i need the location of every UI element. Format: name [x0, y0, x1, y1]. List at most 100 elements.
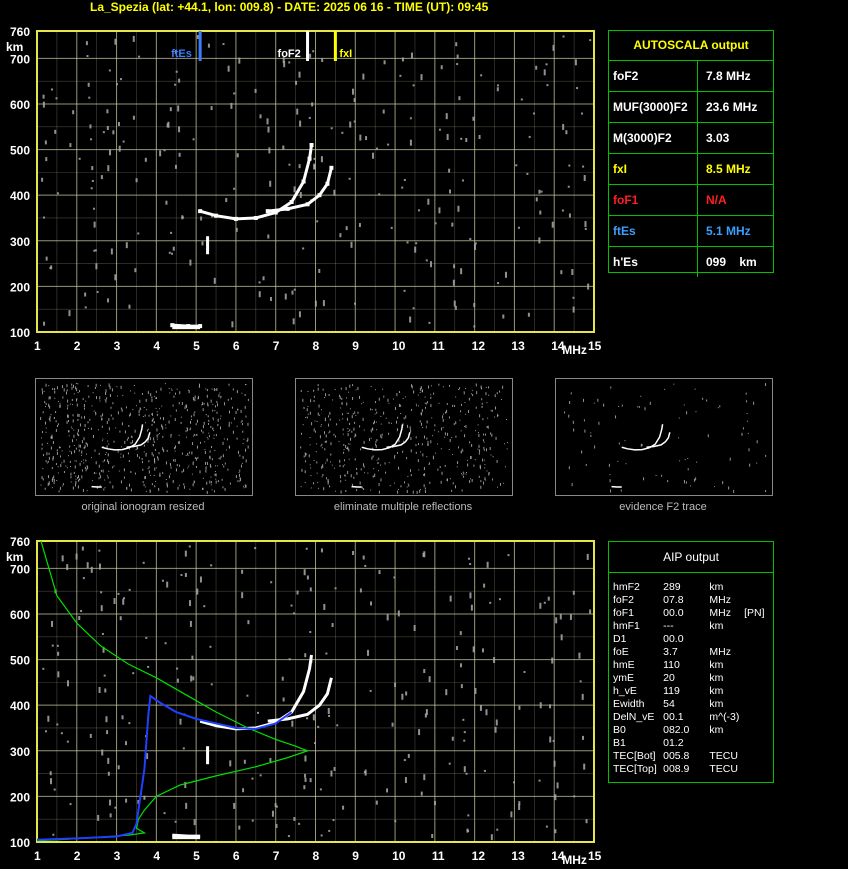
noise-pixel — [454, 485, 456, 489]
noise-pixel — [448, 168, 451, 173]
noise-pixel — [190, 415, 192, 418]
noise-pixel — [375, 421, 377, 423]
noise-pixel — [214, 473, 216, 476]
noise-pixel — [461, 489, 463, 492]
noise-pixel — [528, 135, 531, 138]
noise-pixel — [291, 720, 294, 727]
aip-cell — [744, 685, 773, 698]
noise-pixel — [430, 261, 433, 268]
noise-pixel — [225, 449, 227, 451]
noise-pixel — [46, 452, 48, 456]
noise-pixel — [339, 459, 341, 463]
noise-pixel — [351, 415, 353, 419]
noise-pixel — [247, 620, 250, 625]
noise-pixel — [469, 480, 471, 484]
noise-pixel — [85, 468, 87, 472]
noise-pixel — [58, 446, 60, 449]
noise-pixel — [370, 408, 372, 411]
noise-pixel — [89, 733, 92, 738]
noise-pixel — [493, 657, 496, 664]
noise-pixel — [205, 461, 207, 465]
noise-pixel — [282, 145, 285, 150]
noise-pixel — [341, 131, 344, 134]
noise-pixel — [353, 98, 356, 103]
noise-pixel — [417, 459, 419, 463]
noise-pixel — [238, 471, 240, 473]
noise-pixel — [326, 477, 328, 480]
noise-pixel — [324, 440, 326, 443]
noise-pixel — [236, 425, 238, 427]
noise-pixel — [154, 485, 156, 488]
noise-pixel — [296, 590, 299, 595]
noise-pixel — [48, 456, 50, 460]
aip-row: ymE 20 km — [613, 672, 773, 685]
x-axis-label: MHz — [562, 343, 587, 357]
noise-pixel — [78, 434, 80, 437]
noise-pixel — [293, 288, 296, 291]
noise-pixel — [523, 670, 526, 673]
noise-pixel — [456, 466, 458, 468]
noise-pixel — [157, 457, 159, 461]
noise-pixel — [270, 581, 273, 584]
noise-pixel — [609, 474, 611, 476]
noise-pixel — [456, 63, 459, 66]
noise-pixel — [466, 471, 468, 473]
noise-pixel — [396, 428, 398, 432]
aip-row: hmF2 289 km — [613, 581, 773, 594]
noise-pixel — [87, 82, 90, 87]
noise-pixel — [372, 152, 375, 159]
noise-pixel — [258, 281, 261, 284]
noise-pixel — [363, 429, 365, 431]
noise-pixel — [169, 107, 172, 112]
noise-pixel — [226, 438, 228, 441]
noise-pixel — [187, 428, 189, 432]
noise-pixel — [77, 413, 79, 417]
noise-pixel — [223, 438, 225, 440]
noise-pixel — [492, 456, 494, 458]
noise-pixel — [317, 387, 319, 391]
noise-pixel — [333, 189, 336, 196]
noise-pixel — [370, 489, 372, 491]
noise-pixel — [452, 404, 454, 407]
noise-pixel — [298, 822, 301, 825]
noise-pixel — [57, 472, 59, 474]
aip-cell: km — [709, 724, 724, 736]
noise-pixel — [348, 443, 350, 445]
noise-pixel — [565, 130, 568, 135]
noise-pixel — [376, 439, 378, 442]
noise-pixel — [367, 649, 370, 656]
noise-pixel — [341, 413, 343, 416]
noise-pixel — [442, 418, 444, 422]
noise-pixel — [403, 178, 406, 181]
noise-pixel — [400, 412, 402, 414]
noise-pixel — [323, 397, 325, 399]
noise-pixel — [403, 440, 405, 442]
noise-pixel — [515, 164, 518, 167]
noise-pixel — [54, 397, 56, 399]
noise-pixel — [461, 473, 463, 475]
noise-pixel — [689, 485, 691, 487]
noise-pixel — [162, 426, 164, 430]
noise-pixel — [407, 753, 410, 758]
noise-pixel — [340, 490, 342, 494]
noise-pixel — [412, 490, 414, 494]
x-tick-label: 1 — [34, 849, 41, 863]
noise-pixel — [427, 443, 429, 446]
noise-pixel — [386, 788, 389, 793]
noise-pixel — [746, 400, 748, 403]
y-tick-label: 600 — [10, 98, 30, 112]
noise-pixel — [144, 486, 146, 488]
noise-pixel — [314, 300, 317, 307]
noise-pixel — [59, 402, 61, 404]
noise-pixel — [356, 471, 358, 475]
noise-pixel — [571, 483, 573, 487]
aip-cell: 00.0 — [663, 633, 684, 645]
noise-pixel — [105, 389, 107, 393]
noise-pixel — [369, 689, 372, 692]
noise-pixel — [421, 412, 423, 416]
noise-pixel — [99, 472, 101, 476]
noise-pixel — [543, 69, 546, 76]
noise-pixel — [192, 676, 195, 681]
noise-pixel — [334, 467, 336, 469]
y-tick-label: 500 — [10, 144, 30, 158]
